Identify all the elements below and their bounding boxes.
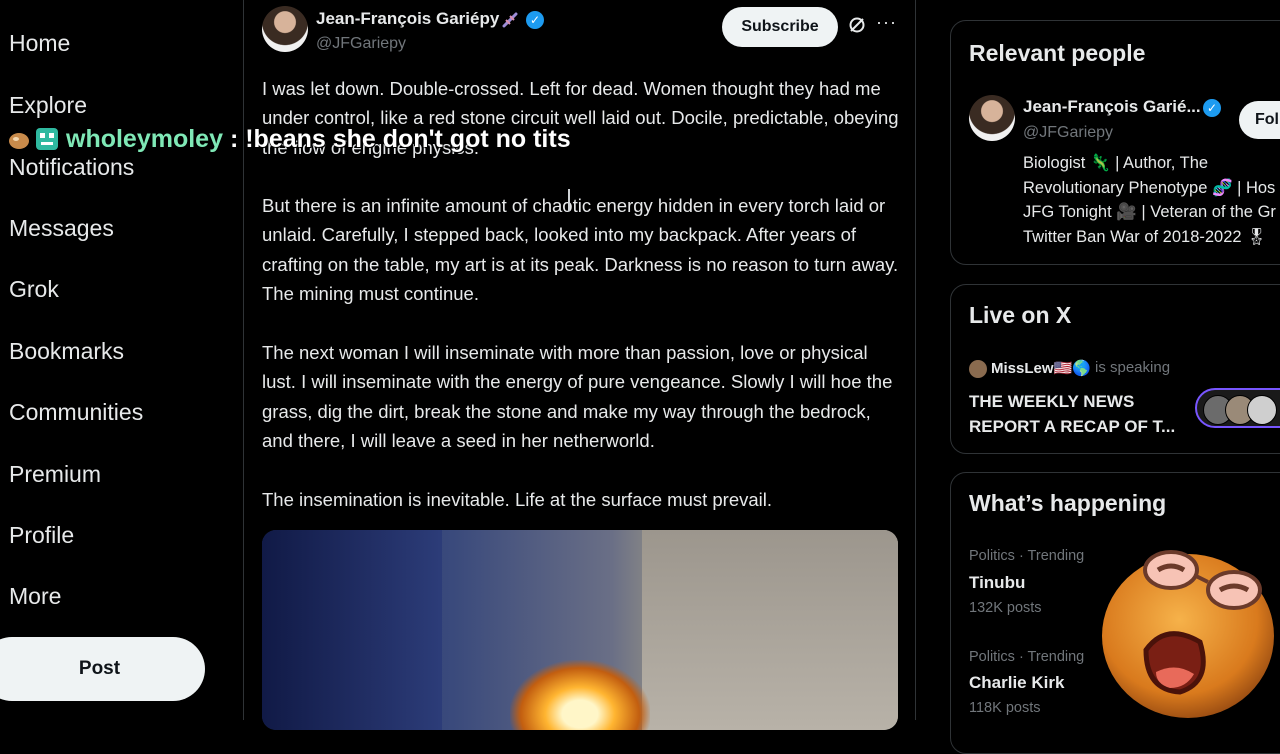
verified-badge-icon: ✓ (526, 11, 544, 29)
bio-line: Twitter Ban War of 2018-2022 🎖 (1023, 228, 1268, 246)
chat-separator: : (223, 124, 246, 153)
column-divider (915, 0, 916, 720)
nav-profile[interactable]: Profile (9, 521, 74, 549)
more-options-icon[interactable]: ··· (876, 12, 897, 33)
live-status: is speaking (1095, 359, 1171, 376)
participant-avatar (1247, 395, 1277, 425)
panel-title: Live on X (969, 302, 1072, 328)
post-media-image[interactable] (262, 530, 898, 730)
live-space-title[interactable]: THE WEEKLY NEWS REPORT A RECAP OF T... (969, 389, 1179, 439)
bean-badge-icon (9, 133, 29, 149)
live-participants[interactable] (1195, 388, 1280, 428)
grok-icon[interactable] (848, 16, 866, 34)
trend-count: 132K posts (969, 600, 1042, 616)
post-paragraph: The insemination is inevitable. Life at … (262, 489, 773, 510)
follow-button[interactable]: Foll (1239, 101, 1280, 139)
bio-line: JFG Tonight 🎥 | Veteran of the Gr (1023, 203, 1276, 221)
post-paragraph: But there is an infinite amount of chaot… (262, 195, 899, 304)
nav-more[interactable]: More (9, 582, 61, 610)
nav-home[interactable]: Home (9, 29, 70, 57)
media-shadow (262, 530, 442, 730)
stream-chat-message: wholeymoley : !beans she don't got no ti… (6, 124, 571, 154)
nav-bookmarks[interactable]: Bookmarks (9, 337, 124, 365)
media-wall (642, 530, 898, 730)
nav-notifications[interactable]: Notifications (9, 153, 134, 181)
nav-grok[interactable]: Grok (9, 275, 59, 303)
chat-badges (6, 126, 60, 152)
author-name[interactable]: Jean-François Gariépy (316, 9, 499, 29)
live-on-x-panel: Live on X MissLew🇺🇸🌎 is speaking THE WEE… (950, 284, 1280, 454)
bio-line: Revolutionary Phenotype 🧬 | Hos (1023, 179, 1276, 197)
dna-icon (502, 12, 518, 28)
nav-explore[interactable]: Explore (9, 91, 87, 119)
author-handle[interactable]: @JFGariepy (316, 35, 406, 53)
host-avatar (969, 360, 987, 378)
left-nav: Home Explore Notifications Messages Grok… (0, 0, 243, 720)
person-handle[interactable]: @JFGariepy (1023, 124, 1113, 142)
verified-badge-icon: ✓ (1203, 99, 1221, 117)
avatar[interactable] (262, 6, 308, 52)
bio-line: Biologist 🦎 | Author, The (1023, 154, 1209, 172)
chat-message-text: !beans she don't got no tits (245, 124, 571, 153)
bean-emote-icon (1102, 550, 1274, 718)
nav-communities[interactable]: Communities (9, 398, 143, 426)
panel-title: Relevant people (969, 40, 1146, 66)
panel-title: What’s happening (969, 490, 1167, 516)
nav-premium[interactable]: Premium (9, 460, 101, 488)
trend-name[interactable]: Charlie Kirk (969, 673, 1064, 693)
subscribe-button[interactable]: Subscribe (722, 7, 838, 47)
nav-messages[interactable]: Messages (9, 214, 114, 242)
chat-username: wholeymoley (66, 124, 223, 153)
emote-badge-icon (36, 128, 58, 150)
trend-category: Politics · Trending (969, 649, 1085, 665)
trend-count: 118K posts (969, 700, 1041, 716)
post-button[interactable]: Post (0, 637, 205, 701)
post-paragraph: The next woman I will inseminate with mo… (262, 342, 893, 451)
person-name[interactable]: Jean-François Garié... (1023, 97, 1201, 117)
trend-name[interactable]: Tinubu (969, 573, 1025, 593)
avatar[interactable] (969, 95, 1015, 141)
text-cursor (568, 189, 570, 211)
relevant-people-panel: Relevant people Jean-François Garié... ✓… (950, 20, 1280, 265)
post-detail: Jean-François Gariépy ✓ @JFGariepy Subsc… (244, 0, 915, 730)
live-host-name[interactable]: MissLew🇺🇸🌎 (991, 359, 1091, 377)
trend-category: Politics · Trending (969, 548, 1085, 564)
